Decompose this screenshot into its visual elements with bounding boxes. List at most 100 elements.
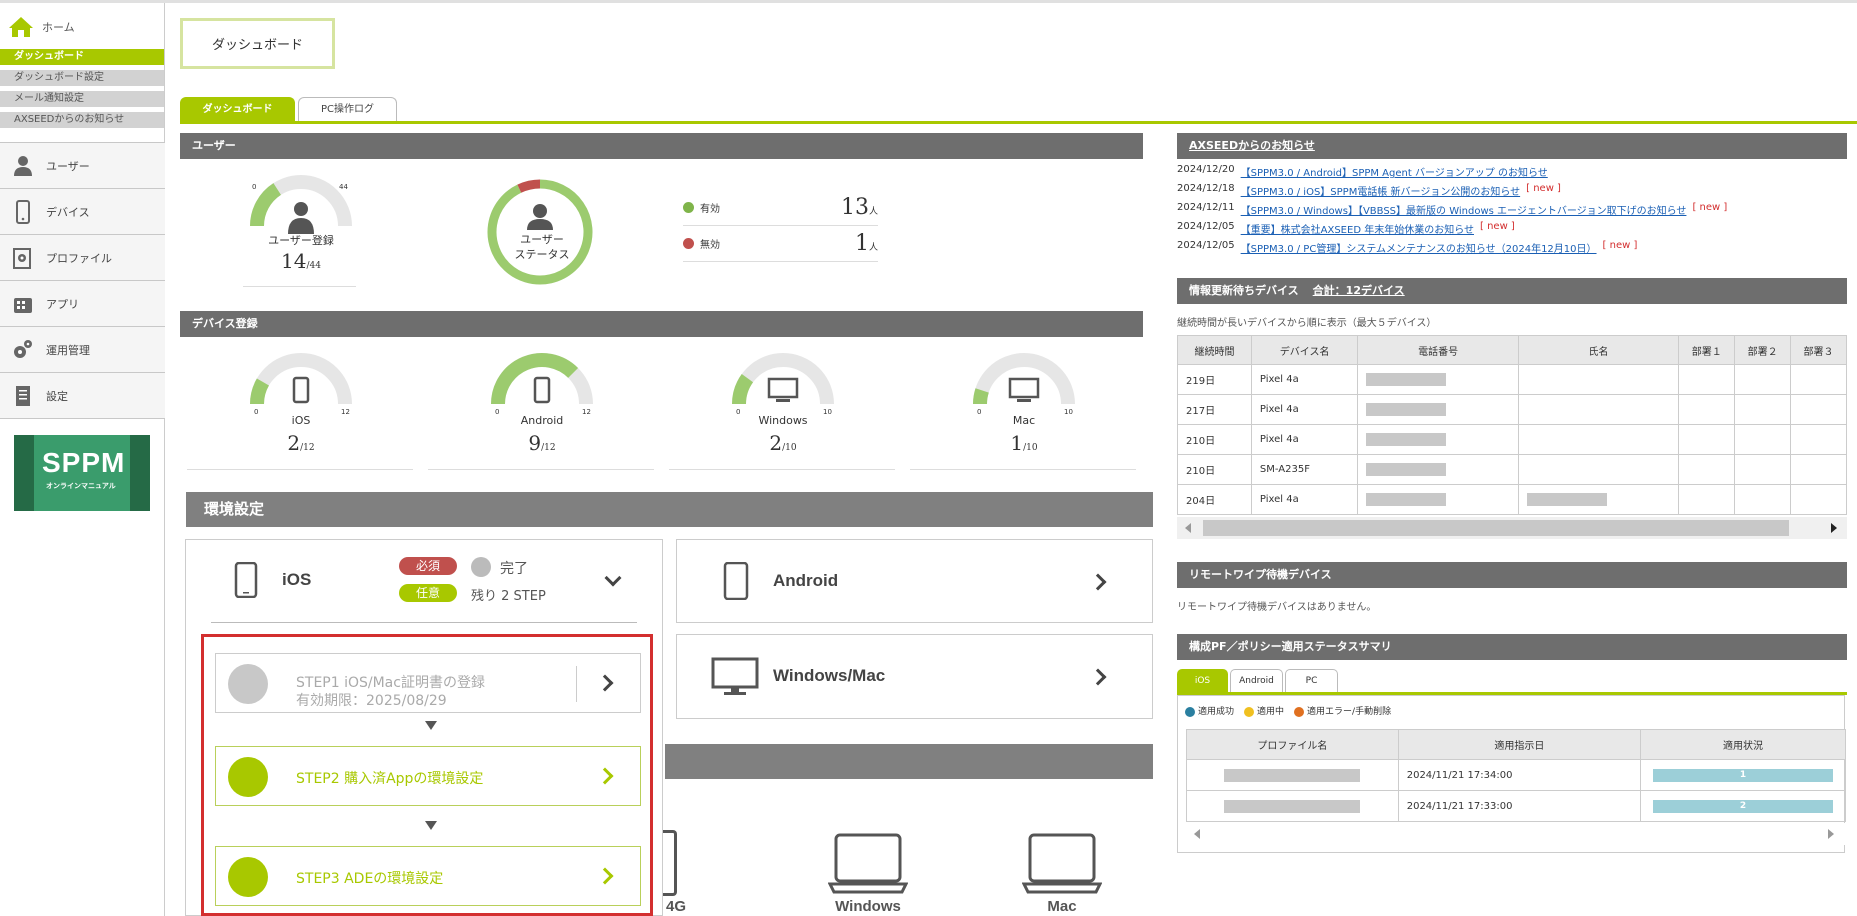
news-link[interactable]: 【SPPM3.0 / Windows】【VBBSS】最新版の Windows エ… xyxy=(1241,202,1687,221)
column-header: 部署３ xyxy=(1790,335,1847,365)
subnav-dashboard[interactable]: ダッシュボード xyxy=(0,49,164,65)
device-count: 2 xyxy=(287,431,301,455)
remaining-steps: 残り 2 STEP xyxy=(471,589,546,604)
subnav-mail-settings[interactable]: メール通知設定 xyxy=(0,91,164,107)
smartphone-icon xyxy=(533,376,551,404)
step1-title: STEP1 iOS/Mac証明書の登録 xyxy=(296,675,485,691)
sidebar-item-settings[interactable]: 設定 xyxy=(0,373,165,419)
news-date: 2024/12/18 xyxy=(1177,183,1235,194)
status-bar[interactable]: 2 xyxy=(1653,799,1834,813)
pending-total-link[interactable]: 合計：12デバイス xyxy=(1313,284,1405,297)
step1-card[interactable]: STEP1 iOS/Mac証明書の登録 有効期限：2025/08/29 xyxy=(215,653,641,713)
laptop-partial xyxy=(663,830,677,896)
document-settings-icon xyxy=(16,385,30,406)
tab-pc-log[interactable]: PC操作ログ xyxy=(298,97,398,122)
status-invalid-row: 無効 1人 xyxy=(683,226,878,262)
gauge-fill xyxy=(973,388,989,405)
bottom-label-mac: Mac xyxy=(1047,898,1077,915)
table-row[interactable]: 210日 Pixel 4a xyxy=(1177,424,1847,455)
scroll-left-icon[interactable] xyxy=(1185,523,1191,533)
device-name-label: Mac xyxy=(1012,414,1036,427)
table-cell xyxy=(1678,424,1736,455)
profile-gear-icon xyxy=(13,247,31,269)
news-title-link[interactable]: AXSEEDからのお知らせ xyxy=(1189,139,1315,152)
scrollbar-thumb[interactable] xyxy=(1203,520,1789,536)
table-cell xyxy=(1517,364,1680,395)
env-android-card[interactable]: Android xyxy=(676,539,1153,623)
policy-tab-android[interactable]: Android xyxy=(1230,669,1283,692)
news-link[interactable]: 【SPPM3.0 / PC管理】システムメンテナンスのお知らせ（2024年12月… xyxy=(1241,240,1597,259)
subnav-axseed-news[interactable]: AXSEEDからのお知らせ xyxy=(0,112,164,128)
device-count-value: 2/12 xyxy=(241,431,361,455)
step2-card[interactable]: STEP2 購入済Appの環境設定 xyxy=(215,746,641,806)
sidebar-subnav: ダッシュボード ダッシュボード設定 メール通知設定 AXSEEDからのお知らせ xyxy=(0,49,165,133)
news-link[interactable]: 【SPPM3.0 / Android】SPPM Agent バージョンアップ の… xyxy=(1241,164,1548,183)
table-cell: Pixel 4a xyxy=(1250,394,1359,425)
donut-invalid-segment xyxy=(517,179,541,193)
tab-dashboard[interactable]: ダッシュボード xyxy=(180,97,295,122)
divider xyxy=(211,622,637,623)
table-row[interactable]: 219日 Pixel 4a xyxy=(1177,364,1847,395)
news-header: AXSEEDからのお知らせ xyxy=(1177,133,1847,159)
table-row[interactable]: 210日 SM-A235F xyxy=(1177,454,1847,485)
sidebar-item-users[interactable]: ユーザー xyxy=(0,143,165,189)
news-item: 2024/12/11 【SPPM3.0 / Windows】【VBBSS】最新版の… xyxy=(1177,202,1847,221)
table-cell xyxy=(1790,424,1847,455)
policy-scrollbar[interactable] xyxy=(1186,823,1846,845)
smartphone-icon xyxy=(292,376,310,404)
env-winmac-card[interactable]: Windows/Mac xyxy=(676,634,1153,719)
gauge-min-label: 0 xyxy=(252,183,257,191)
step3-title: STEP3 ADEの環境設定 xyxy=(296,871,444,887)
table-cell xyxy=(1678,364,1736,395)
device-name-label: Windows xyxy=(758,414,808,427)
sidebar-item-devices[interactable]: デバイス xyxy=(0,189,165,235)
column-header: 適用指示日 xyxy=(1397,729,1642,760)
env-settings-header: 環境設定 xyxy=(186,492,1153,527)
table-row[interactable]: 204日 Pixel 4a xyxy=(1177,484,1847,515)
news-item: 2024/12/18 【SPPM3.0 / iOS】SPPM電話帳 新バージョン公… xyxy=(1177,183,1847,202)
horizontal-scrollbar[interactable] xyxy=(1177,517,1847,539)
news-link[interactable]: 【重要】株式会社AXSEED 年末年始休業のお知らせ xyxy=(1241,221,1474,240)
table-row[interactable]: 2024/11/21 17:33:00 2 xyxy=(1186,790,1846,822)
pending-header: 情報更新待ちデバイス 合計：12デバイス xyxy=(1177,278,1847,304)
table-cell: 210日 xyxy=(1177,454,1252,485)
table-row[interactable]: 217日 Pixel 4a xyxy=(1177,394,1847,425)
policy-tab-ios[interactable]: iOS xyxy=(1177,669,1228,692)
sidebar-item-operations[interactable]: 運用管理 xyxy=(0,327,165,373)
manual-banner[interactable]: SPPM オンラインマニュアル xyxy=(14,435,150,511)
subnav-dashboard-settings[interactable]: ダッシュボード設定 xyxy=(0,70,164,86)
status-bar[interactable]: 1 xyxy=(1653,768,1834,782)
news-link[interactable]: 【SPPM3.0 / iOS】SPPM電話帳 新バージョン公開のお知らせ xyxy=(1241,183,1520,202)
profile-name-cell xyxy=(1186,790,1399,822)
step3-card[interactable]: STEP3 ADEの環境設定 xyxy=(215,846,641,906)
check-icon xyxy=(228,664,268,704)
chevron-right-icon xyxy=(596,767,614,785)
gauge-svg xyxy=(491,353,593,405)
sidebar-home[interactable]: ホーム xyxy=(8,15,75,39)
status-label-line1: ユーザー xyxy=(520,233,564,246)
sidebar-item-label: ユーザー xyxy=(46,159,90,173)
arrow-down-icon xyxy=(425,721,437,730)
sidebar-item-profiles[interactable]: プロファイル xyxy=(0,235,165,281)
env-ios-title[interactable]: iOS xyxy=(282,570,311,590)
scroll-right-icon[interactable] xyxy=(1828,829,1834,839)
sidebar-item-apps[interactable]: アプリ xyxy=(0,281,165,327)
table-cell xyxy=(1790,484,1847,515)
gauge-svg xyxy=(250,353,352,405)
table-cell xyxy=(1678,454,1736,485)
gauge-max-label: 44 xyxy=(339,183,348,191)
table-row[interactable]: 2024/11/21 17:34:00 1 xyxy=(1186,759,1846,791)
table-cell xyxy=(1734,454,1792,485)
policy-tab-pc[interactable]: PC xyxy=(1285,669,1338,692)
table-cell xyxy=(1790,394,1847,425)
column-header: プロファイル名 xyxy=(1186,729,1399,760)
tab-underline xyxy=(180,121,1857,124)
table-cell xyxy=(1734,364,1792,395)
redacted-block xyxy=(1224,768,1361,782)
question-icon xyxy=(1244,706,1255,717)
status-label-line2: ステータス xyxy=(514,248,570,261)
scroll-right-icon[interactable] xyxy=(1831,523,1837,533)
chevron-down-icon[interactable] xyxy=(604,569,622,587)
scroll-left-icon[interactable] xyxy=(1194,829,1200,839)
user-icon xyxy=(288,202,314,234)
